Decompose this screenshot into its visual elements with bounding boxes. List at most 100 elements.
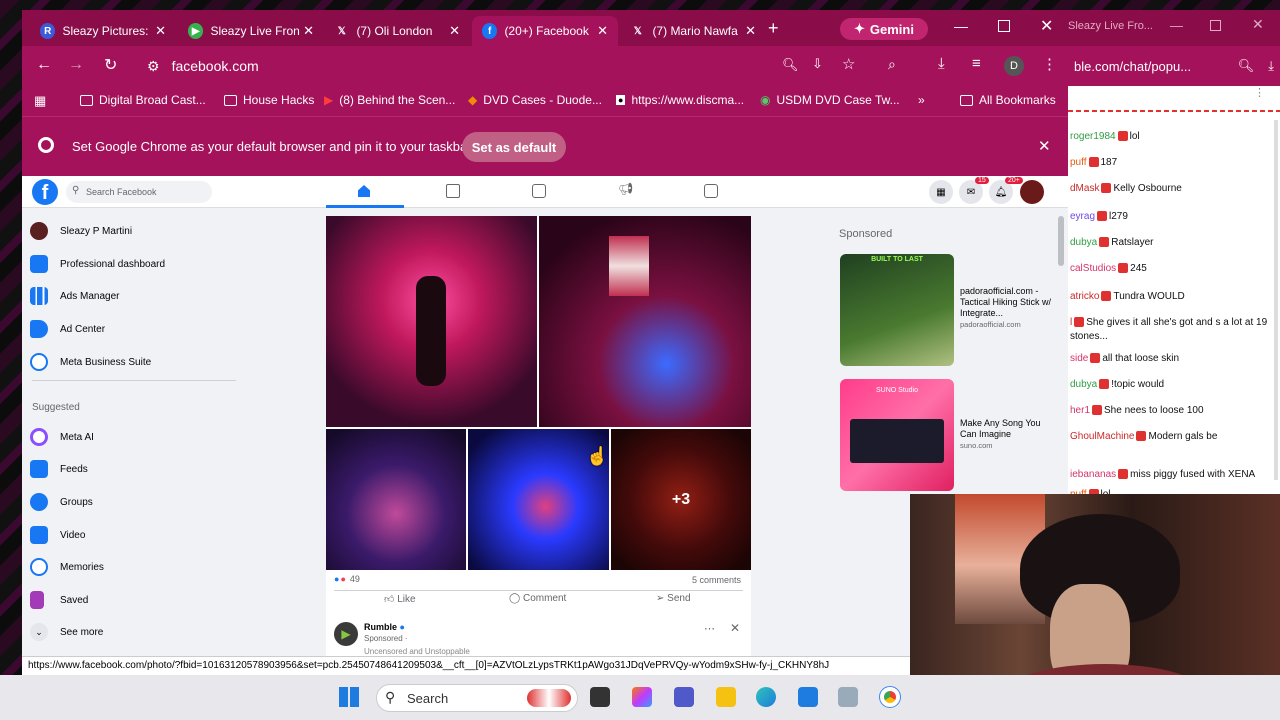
chat-username[interactable]: roger1984 [1070,131,1116,142]
back-icon[interactable]: ← [36,56,52,74]
zoom-icon[interactable]: 🔍︎ [782,57,799,73]
rumble-logo-icon[interactable]: ▶ [334,622,358,646]
chat-username[interactable]: dubya [1070,237,1097,248]
chat-username[interactable]: her1 [1070,405,1090,416]
post-photo-2[interactable] [539,216,751,427]
chat-username[interactable]: eyrag [1070,211,1095,222]
reactions-summary[interactable]: ● ● 49 [334,574,360,584]
menu-icon[interactable]: ⋮ [1042,55,1057,73]
nav-home[interactable] [326,176,404,208]
comment-button[interactable]: ◯ Comment [509,593,566,604]
edge-icon[interactable] [756,687,776,707]
chat-username[interactable]: l [1070,317,1072,328]
copilot-icon[interactable] [632,687,652,707]
search-input[interactable]: ⚲ Search Facebook [66,181,212,203]
more-photos-overlay[interactable]: +3 [611,429,751,570]
bookmark-item[interactable]: Digital Broad Cast... [80,93,206,107]
post-photo-5[interactable]: +3 [611,429,751,570]
site-info-icon[interactable]: ⚙ [147,58,160,75]
post-photo-1[interactable] [326,216,537,427]
gemini-button[interactable]: ✦ Gemini [840,18,928,40]
minimize-button[interactable]: — [954,18,968,34]
new-tab-button[interactable]: + [768,18,779,39]
chat-username[interactable]: atricko [1070,291,1099,302]
sidebar-item-ads-manager[interactable]: Ads Manager [30,287,119,305]
profile-avatar[interactable]: D [1004,56,1024,76]
chat-username[interactable]: dubya [1070,379,1097,390]
tab-2[interactable]: ▶ Sleazy Live Fron ✕ [178,16,324,46]
downloads-icon[interactable]: ⤓ [938,55,945,72]
post-photo-3[interactable] [326,429,466,570]
apps-icon[interactable]: ▦ [34,93,46,109]
file-explorer-icon[interactable] [716,687,736,707]
chat-username[interactable]: dMask [1070,183,1099,194]
sidebar-item-profile[interactable]: Sleazy P Martini [30,222,132,240]
minimize-button[interactable]: — [1170,18,1183,33]
bookmark-item[interactable]: ● https://www.discma... [616,93,744,107]
sidebar-item-video[interactable]: Video [30,526,85,544]
ad-image-2[interactable]: SUNO Studio [840,379,954,491]
teams-icon[interactable] [674,687,694,707]
bookmark-item[interactable]: ▶ (8) Behind the Scen... [324,93,455,107]
ad-image-1[interactable]: BUILT TO LAST [840,254,954,366]
sidebar-item-saved[interactable]: Saved [30,591,88,609]
tab-1[interactable]: R Sleazy Pictures: ✕ [30,16,176,46]
tab-5[interactable]: 𝕏 (7) Mario Nawfa ✕ [620,16,766,46]
bookmark-item[interactable]: ◉ USDM DVD Case Tw... [760,93,900,107]
close-tab-icon[interactable]: ✕ [597,23,608,39]
tab-4-active[interactable]: f (20+) Facebook ✕ [472,16,618,46]
reload-icon[interactable]: ↻ [104,55,117,75]
chat-username[interactable]: GhoulMachine [1070,431,1134,442]
chrome-taskbar-icon[interactable] [879,686,901,708]
close-tab-icon[interactable]: ✕ [303,23,314,39]
media-controls-icon[interactable]: ≡ [972,55,981,72]
chat-username[interactable]: iebananas [1070,469,1116,480]
chat-scrollbar[interactable] [1274,120,1278,480]
bookmark-star-icon[interactable]: ☆ [842,55,855,73]
lens-icon[interactable]: ⌕ [888,56,896,73]
start-icon[interactable] [339,687,359,707]
sidebar-item-meta-ai[interactable]: Meta AI [30,428,94,446]
sidebar-item-feeds[interactable]: Feeds [30,460,88,478]
comments-count[interactable]: 5 comments [692,575,741,585]
all-bookmarks[interactable]: All Bookmarks [960,93,1056,107]
menu-grid-icon[interactable]: ▦ [929,180,953,204]
taskbar-search[interactable]: ⚲ Search [376,684,578,712]
hide-post-icon[interactable]: ✕ [730,621,740,635]
set-default-button[interactable]: Set as default [462,132,566,162]
close-tab-icon[interactable]: ✕ [449,23,460,39]
chat-address-bar[interactable]: ble.com/chat/popu... 🔍︎ ⤓ [1068,46,1280,86]
facebook-logo-icon[interactable]: f [32,179,58,205]
ad-text-1[interactable]: padoraofficial.com - Tactical Hiking Sti… [960,286,1052,330]
like-button[interactable]: 👍︎ Like [384,593,416,605]
forward-icon[interactable]: → [68,56,84,74]
app-icon[interactable] [838,687,858,707]
address-field[interactable]: ⚙ facebook.com [137,51,817,81]
maximize-button[interactable] [998,20,1010,32]
store-icon[interactable] [798,687,818,707]
chat-menu-icon[interactable]: ⋮ [1254,86,1265,99]
send-button[interactable]: ➢ Send [656,593,691,604]
sidebar-see-more[interactable]: ⌄ See more [30,623,103,641]
bookmark-item[interactable]: House Hacks [224,93,314,107]
nav-marketplace-icon[interactable] [532,184,546,198]
chat-username[interactable]: side [1070,353,1088,364]
task-view-icon[interactable] [590,687,610,707]
sidebar-item-professional-dashboard[interactable]: Professional dashboard [30,255,165,273]
more-bookmarks-icon[interactable]: » [918,93,925,107]
sidebar-item-memories[interactable]: Memories [30,558,104,576]
ad-text-2[interactable]: Make Any Song You Can Imagine suno.com [960,418,1052,451]
sidebar-item-ad-center[interactable]: Ad Center [30,320,105,338]
scrollbar-thumb[interactable] [1058,216,1064,266]
close-window-button[interactable]: ✕ [1040,16,1053,36]
nav-pages-icon[interactable] [446,184,460,198]
tab-3[interactable]: 𝕏 (7) Oli London ✕ [324,16,470,46]
zoom-icon[interactable]: 🔍︎ [1238,58,1255,74]
close-tab-icon[interactable]: ✕ [745,23,756,39]
bookmark-item[interactable]: ◆ DVD Cases - Duode... [468,93,602,107]
nav-watch-icon[interactable] [704,184,718,198]
close-infobar-icon[interactable]: ✕ [1038,137,1051,155]
sidebar-item-groups[interactable]: Groups [30,493,93,511]
chat-username[interactable]: calStudios [1070,263,1116,274]
install-icon[interactable]: ⇩ [812,56,823,72]
